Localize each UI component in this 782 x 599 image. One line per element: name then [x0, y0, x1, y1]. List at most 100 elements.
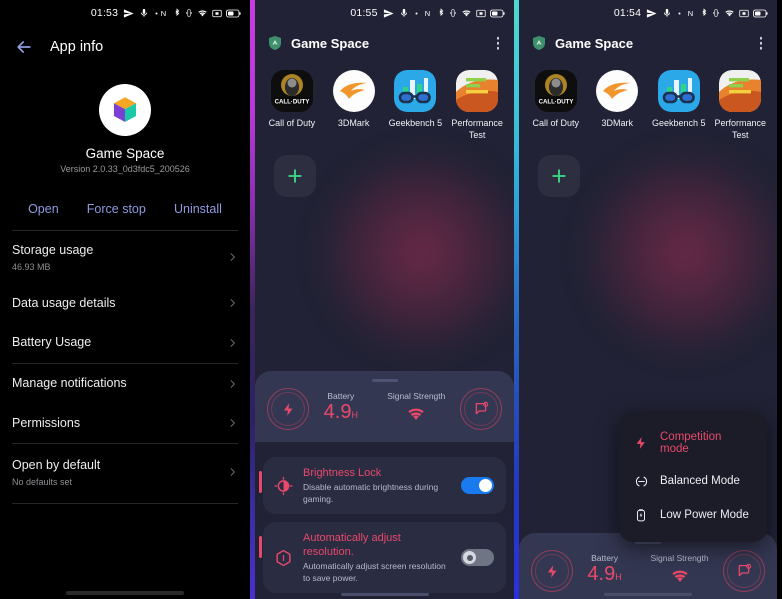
geekbench-icon [657, 70, 700, 112]
game-space-cube-icon [99, 84, 151, 136]
menu-item-competition-mode[interactable]: Competition mode [619, 422, 767, 464]
call-of-duty-icon: CALL·DUTY [534, 70, 577, 112]
chevron-right-icon [230, 379, 235, 388]
status-bar-left-cluster: 01:55 [350, 7, 418, 19]
settings-group-usage: Storage usage 46.93 MB Data usage detail… [0, 231, 250, 363]
bluetooth-icon [702, 8, 707, 17]
toggle-title: Automatically adjust resolution. [303, 532, 401, 559]
row-data-usage-details[interactable]: Data usage details [0, 284, 250, 324]
row-storage-usage[interactable]: Storage usage 46.93 MB [0, 231, 250, 284]
page-title: App info [50, 39, 104, 55]
sim-icon [739, 9, 749, 17]
status-bar-right-cluster: N [160, 0, 241, 26]
battery-value: 4.9H [324, 402, 358, 422]
battery-caption: Battery [327, 391, 355, 401]
game-tile-3dmark[interactable]: 3DMark [587, 70, 649, 141]
app-hero: Game Space Version 2.0.33_0d3fdc5_200526 [0, 68, 250, 180]
menu-item-low-power-mode[interactable]: Low Power Mode [619, 498, 767, 532]
add-game-wrap [255, 141, 514, 198]
row-open-by-default[interactable]: Open by default No defaults set [0, 444, 250, 501]
row-permissions[interactable]: Permissions [0, 404, 250, 444]
settings-group-permissions: Manage notifications Permissions [0, 364, 250, 443]
signal-stat: Signal Strength [387, 391, 445, 427]
game-tile-call-of-duty[interactable]: CALL·DUTY Call of Duty [525, 70, 587, 141]
signal-caption: Signal Strength [650, 553, 709, 563]
row-subtitle: No defaults set [12, 476, 73, 487]
toggle-list-panel2: Brightness Lock Disable automatic bright… [255, 457, 514, 599]
overflow-menu-icon[interactable] [493, 33, 504, 54]
home-indicator[interactable] [340, 592, 429, 596]
performance-mode-icon[interactable] [267, 388, 309, 430]
game-tile-geekbench[interactable]: Geekbench 5 [385, 70, 447, 141]
silent-icon [141, 8, 148, 17]
wifi-signal-icon [408, 408, 424, 420]
stats-row: Battery 4.9H Signal Strength [255, 388, 514, 430]
stats-row: Battery 4.9H Signal Strength [519, 550, 777, 592]
game-tile-3dmark[interactable]: 3DMark [323, 70, 385, 141]
battery-unit: H [351, 410, 358, 420]
send-icon [647, 8, 657, 18]
status-bar-left-cluster: 01:53 [91, 7, 159, 19]
back-arrow-icon[interactable] [14, 37, 34, 57]
wifi-icon [462, 10, 471, 17]
home-indicator[interactable] [604, 592, 692, 596]
home-indicator[interactable] [66, 591, 184, 595]
row-battery-usage[interactable]: Battery Usage [0, 323, 250, 363]
divider [12, 502, 238, 504]
notification-block-icon[interactable] [460, 388, 502, 430]
auto-resolution-switch[interactable] [461, 549, 494, 567]
drag-handle[interactable] [371, 379, 398, 382]
row-title: Manage notifications [12, 375, 127, 390]
page-title: Game Space [291, 35, 370, 51]
chevron-right-icon [230, 299, 235, 308]
battery-icon [753, 9, 768, 17]
uninstall-button[interactable]: Uninstall [174, 202, 222, 216]
game-label: 3DMark [601, 118, 633, 128]
overflow-menu-icon[interactable] [756, 33, 767, 54]
row-manage-notifications[interactable]: Manage notifications [0, 364, 250, 404]
battery-caption: Battery [591, 553, 619, 563]
silent-icon [664, 8, 671, 17]
game-tile-call-of-duty[interactable]: CALL·DUTY Call of Duty [261, 70, 323, 141]
svg-text:N: N [425, 9, 430, 18]
battery-stat: Battery 4.9H [324, 391, 358, 422]
stats-card-panel3: Battery 4.9H Signal Strength [519, 533, 777, 599]
send-icon [383, 8, 394, 18]
battery-icon [490, 9, 505, 17]
battery-unit: H [615, 572, 622, 582]
open-button[interactable]: Open [28, 202, 59, 216]
game-tile-geekbench[interactable]: Geekbench 5 [648, 70, 710, 141]
bluetooth-icon [439, 8, 444, 17]
stats-readouts: Battery 4.9H Signal Strength [573, 553, 723, 589]
game-tile-performancetest[interactable]: Performance Test [446, 70, 508, 141]
game-label: Performance Test [451, 118, 503, 140]
game-space-shield-icon [269, 36, 281, 50]
row-title: Permissions [12, 415, 81, 430]
vibrate-icon [713, 9, 719, 17]
add-game-button[interactable] [274, 155, 316, 198]
force-stop-button[interactable]: Force stop [87, 202, 146, 216]
performance-mode-icon[interactable] [531, 550, 573, 592]
add-game-button[interactable] [538, 155, 580, 198]
status-bar-panel2: 01:55 N [255, 0, 514, 26]
toggle-auto-resolution[interactable]: Automatically adjust resolution. Automat… [259, 522, 506, 594]
game-label: Call of Duty [268, 118, 316, 128]
toggle-description: Automatically adjust screen resolution t… [303, 561, 446, 583]
toggle-brightness-lock[interactable]: Brightness Lock Disable automatic bright… [259, 457, 506, 515]
menu-item-label: Competition mode [660, 431, 722, 455]
game-tile-performancetest[interactable]: Performance Test [710, 70, 772, 141]
signal-caption: Signal Strength [387, 391, 446, 401]
stats-card-panel2: Battery 4.9H Signal Strength [255, 371, 514, 442]
menu-item-balanced-mode[interactable]: Balanced Mode [619, 464, 767, 498]
row-title: Battery Usage [12, 335, 92, 350]
toggle-description: Disable automatic brightness during gami… [303, 482, 439, 504]
svg-text:N: N [161, 9, 166, 18]
navigation-bar-panel1 [0, 591, 250, 595]
dot-icon [415, 12, 418, 14]
call-of-duty-icon: CALL·DUTY [270, 70, 313, 112]
navigation-bar-panel2 [255, 592, 514, 596]
vibrate-icon [186, 9, 192, 17]
brightness-lock-switch[interactable] [461, 477, 494, 494]
notification-block-icon[interactable] [723, 550, 765, 592]
app-name: Game Space [85, 146, 165, 161]
